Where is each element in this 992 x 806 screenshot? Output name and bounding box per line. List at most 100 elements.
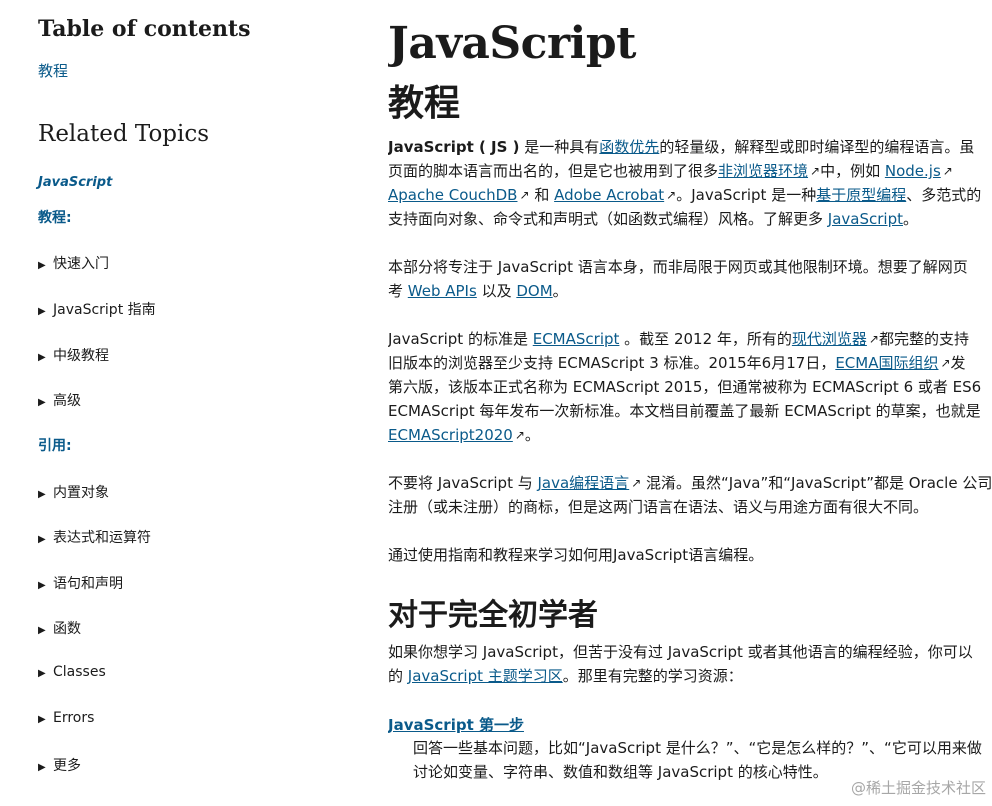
text: 发 [950, 354, 966, 372]
text: 以及 [476, 282, 517, 300]
link-ecma-international[interactable]: ECMA国际组织 [835, 354, 938, 372]
group-label-tutorials: 教程: [38, 210, 72, 226]
sidebar-item-functions[interactable]: ▶ 函数 [38, 618, 81, 638]
text: JavaScript 的标准是 [388, 330, 533, 348]
text: 的 [388, 667, 408, 685]
text: 是一种具有 [519, 138, 600, 156]
sidebar-item-more[interactable]: ▶ 更多 [38, 755, 81, 775]
text: 。 [552, 282, 568, 300]
text: 。截至 2012 年，所有的 [619, 330, 792, 348]
sidebar-item-builtin-objects[interactable]: ▶ 内置对象 [38, 482, 109, 502]
text: 页面的脚本语言而出名的，但是它也被用到了很多 [388, 162, 719, 180]
disclosure-triangle-icon: ▶ [38, 580, 46, 591]
related-current-javascript[interactable]: JavaScript [38, 175, 112, 190]
disclosure-triangle-icon: ▶ [38, 625, 46, 636]
java-line-1: 不要将 JavaScript 与 Java编程语言 ↗ 混淆。虽然“Java”和“… [388, 471, 992, 495]
beginners-line-1: 如果你想学习 JavaScript，但苦于没有过 JavaScript 或者其他… [388, 643, 973, 661]
disclosure-triangle-icon: ▶ [38, 260, 46, 271]
disclosure-triangle-icon: ▶ [38, 397, 46, 408]
link-javascript-learning-area[interactable]: JavaScript 主题学习区 [408, 667, 563, 685]
sidebar-item-label: 更多 [53, 758, 81, 774]
text: 考 [388, 282, 408, 300]
disclosure-triangle-icon: ▶ [38, 352, 46, 363]
sidebar-item-label: Classes [53, 664, 106, 680]
link-nodejs[interactable]: Node.js [885, 162, 941, 180]
intro-line-3: Apache CouchDB ↗ 和 Adobe Acrobat ↗。JavaScr… [388, 183, 981, 207]
link-apache-couchdb[interactable]: Apache CouchDB [388, 186, 517, 204]
beginners-paragraph: 如果你想学习 JavaScript，但苦于没有过 JavaScript 或者其他… [388, 640, 973, 688]
toc-link-tutorial[interactable]: 教程 [38, 60, 68, 81]
external-link-icon: ↗ [631, 476, 642, 490]
disclosure-triangle-icon: ▶ [38, 534, 46, 545]
sidebar-item-expressions-operators[interactable]: ▶ 表达式和运算符 [38, 527, 151, 547]
link-ecmascript[interactable]: ECMAScript [533, 330, 620, 348]
sidebar-item-label: 高级 [53, 393, 81, 409]
disclosure-triangle-icon: ▶ [38, 714, 46, 725]
link-prototype-based[interactable]: 基于原型编程 [816, 186, 906, 204]
sidebar-item-label: 快速入门 [53, 256, 109, 272]
sidebar-item-label: 表达式和运算符 [53, 530, 151, 546]
js-term: JavaScript ( JS ) [388, 138, 520, 156]
text: 、多范式的 [906, 186, 982, 204]
link-modern-browsers[interactable]: 现代浏览器 [792, 330, 867, 348]
first-steps-desc-line-1: 回答一些基本问题，比如“JavaScript 是什么？”、“它是怎么样的？”、“… [413, 739, 982, 757]
text: 。 [524, 426, 540, 444]
scope-line-2: 考 Web APIs 以及 DOM。 [388, 279, 968, 303]
text: 不要将 JavaScript 与 [388, 474, 538, 492]
external-link-icon: ↗ [666, 188, 677, 202]
link-first-class-function[interactable]: 函数优先 [599, 138, 659, 156]
link-non-browser-env[interactable]: 非浏览器环境 [718, 162, 808, 180]
disclosure-triangle-icon: ▶ [38, 668, 46, 679]
disclosure-triangle-icon: ▶ [38, 306, 46, 317]
sidebar-item-intermediate[interactable]: ▶ 中级教程 [38, 345, 109, 365]
intro-line-4: 支持面向对象、命令式和声明式（如函数式编程）风格。了解更多 JavaScript… [388, 207, 981, 231]
beginners-line-2: 的 JavaScript 主题学习区。那里有完整的学习资源： [388, 664, 973, 688]
group-label-reference: 引用: [38, 438, 72, 454]
toc-title: Table of contents [38, 16, 251, 42]
external-link-icon: ↗ [514, 428, 525, 442]
sidebar-item-label: 语句和声明 [53, 576, 123, 592]
standard-paragraph: JavaScript 的标准是 ECMAScript 。截至 2012 年，所有… [388, 327, 981, 447]
external-link-icon: ↗ [810, 164, 821, 178]
external-link-icon: ↗ [519, 188, 530, 202]
sidebar-item-label: 中级教程 [53, 348, 109, 364]
text: 。 [902, 210, 918, 228]
page-title: JavaScript [388, 18, 636, 69]
link-web-apis[interactable]: Web APIs [408, 282, 477, 300]
link-dom[interactable]: DOM [516, 282, 552, 300]
sidebar-item-label: Errors [53, 710, 95, 726]
link-java-language[interactable]: Java编程语言 [538, 474, 630, 492]
related-topics-title: Related Topics [38, 121, 210, 147]
sidebar-item-label: 函数 [53, 621, 81, 637]
standard-line-5: ECMAScript2020 ↗。 [388, 423, 981, 447]
intro-line-2: 页面的脚本语言而出名的，但是它也被用到了很多非浏览器环境 ↗中，例如 Node.j… [388, 159, 981, 183]
text: 。那里有完整的学习资源： [562, 667, 743, 685]
standard-line-4: ECMAScript 每年发布一次新标准。本文档目前覆盖了最新 ECMAScri… [388, 402, 981, 420]
link-about-javascript[interactable]: JavaScript [828, 210, 903, 228]
learn-paragraph: 通过使用指南和教程来学习如何用JavaScript语言编程。 [388, 546, 764, 564]
sidebar-item-errors[interactable]: ▶ Errors [38, 710, 94, 726]
link-adobe-acrobat[interactable]: Adobe Acrobat [554, 186, 664, 204]
page-subtitle: 教程 [388, 82, 461, 124]
text: 都完整的支持 [878, 330, 969, 348]
watermark: @稀土掘金技术社区 [850, 779, 986, 797]
text: 的轻量级，解释型或即时编译型的编程语言。虽 [659, 138, 975, 156]
sidebar-item-label: JavaScript 指南 [53, 302, 156, 318]
external-link-icon: ↗ [942, 164, 953, 178]
sidebar-item-label: 内置对象 [53, 485, 109, 501]
text: 旧版本的浏览器至少支持 ECMAScript 3 标准。2015年6月17日， [388, 354, 836, 372]
standard-line-2: 旧版本的浏览器至少支持 ECMAScript 3 标准。2015年6月17日，E… [388, 351, 981, 375]
text: 和 [529, 186, 555, 204]
sidebar-item-guide[interactable]: ▶ JavaScript 指南 [38, 299, 156, 319]
standard-line-1: JavaScript 的标准是 ECMAScript 。截至 2012 年，所有… [388, 327, 981, 351]
sidebar-item-statements[interactable]: ▶ 语句和声明 [38, 573, 123, 593]
text: 。JavaScript 是一种 [676, 186, 817, 204]
sidebar-item-classes[interactable]: ▶ Classes [38, 664, 106, 680]
sidebar-item-advanced[interactable]: ▶ 高级 [38, 390, 81, 410]
link-javascript-first-steps[interactable]: JavaScript 第一步 [388, 714, 524, 735]
sidebar-item-quickstart[interactable]: ▶ 快速入门 [38, 253, 109, 273]
disclosure-triangle-icon: ▶ [38, 762, 46, 773]
link-ecmascript2020[interactable]: ECMAScript2020 [388, 426, 513, 444]
intro-paragraph: JavaScript ( JS ) 是一种具有函数优先的轻量级，解释型或即时编译… [388, 135, 981, 231]
main-content: JavaScript 教程 JavaScript ( JS ) 是一种具有函数优… [388, 0, 992, 806]
